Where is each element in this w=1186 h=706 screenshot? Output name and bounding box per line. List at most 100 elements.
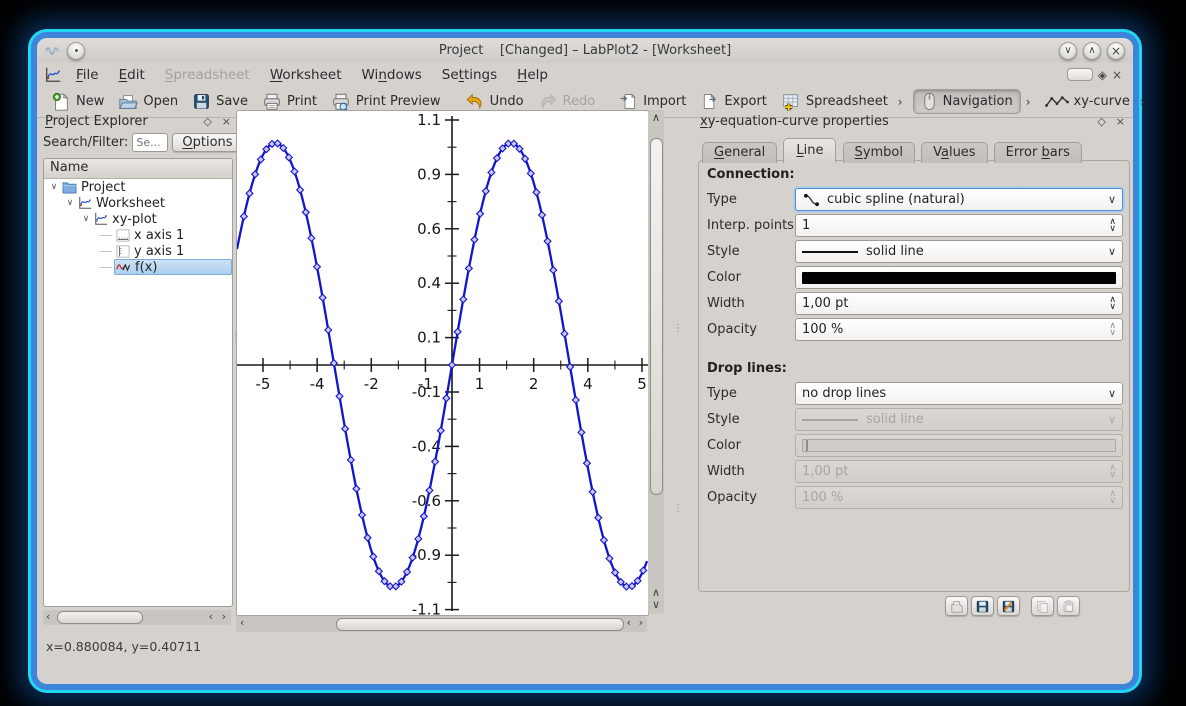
svg-text:-5: -5 xyxy=(256,375,271,393)
menu-worksheet[interactable]: Worksheet xyxy=(260,65,352,85)
copy-properties-button xyxy=(1031,596,1054,616)
svg-text:-1.1: -1.1 xyxy=(412,601,441,615)
mdi-minimize-button[interactable] xyxy=(1067,68,1093,81)
drop-lines-color-label: Color xyxy=(707,438,795,453)
menu-windows[interactable]: Windows xyxy=(352,65,432,85)
connection-opacity-spinbox[interactable]: 100 %∧∨ xyxy=(795,318,1123,341)
spreadsheet-icon xyxy=(781,92,801,112)
tab-values[interactable]: Values xyxy=(921,142,987,163)
dock-close-icon[interactable]: × xyxy=(1116,115,1125,128)
open-button[interactable]: Open xyxy=(111,90,185,114)
svg-text:4: 4 xyxy=(583,375,593,393)
color-swatch-empty xyxy=(802,439,1116,452)
menu-spreadsheet: Spreadsheet xyxy=(155,65,260,85)
minimize-button[interactable]: ∨ xyxy=(1059,42,1077,60)
save-template-button[interactable] xyxy=(971,596,994,616)
connection-width-spinbox[interactable]: 1,00 pt∧∨ xyxy=(795,292,1123,315)
labplot-main-window: Project [Changed] – LabPlot2 - [Workshee… xyxy=(37,38,1133,684)
spreadsheet-button[interactable]: Spreadsheet xyxy=(774,90,895,114)
navigation-button[interactable]: Navigation xyxy=(914,90,1020,113)
interp-points-label: Interp. points xyxy=(707,218,795,233)
project-tree: Name ∨ Project ∨ Worksheet ∨ xy-plot x a… xyxy=(43,158,233,607)
connection-style-combobox[interactable]: solid line∨ xyxy=(795,240,1123,263)
worksheet-view[interactable]: -5-4-2-112451.10.90.60.40.1-0.1-0.4-0.6-… xyxy=(236,110,649,616)
worksheet-icon xyxy=(78,196,92,210)
worksheet-hscrollbar[interactable]: ‹ ‹ › xyxy=(236,616,647,632)
tree-item-x-axis-1[interactable]: x axis 1 xyxy=(44,227,232,243)
drop-lines-color-button xyxy=(795,434,1123,457)
connection-color-button[interactable] xyxy=(795,266,1123,289)
project-explorer-dock: Project Explorer ◇ × Search/Filter: Opti… xyxy=(41,112,235,672)
tab-line[interactable]: Line xyxy=(783,138,836,163)
window-title: Project [Changed] – LabPlot2 - [Workshee… xyxy=(37,43,1133,58)
solid-line-glyph xyxy=(802,251,858,253)
maximize-button[interactable]: ∧ xyxy=(1083,42,1101,60)
svg-text:0.9: 0.9 xyxy=(417,165,441,183)
menu-help[interactable]: Help xyxy=(507,65,558,85)
cursor-position-readout: x=0.880084, y=0.40711 xyxy=(46,639,201,654)
search-filter-input[interactable] xyxy=(132,133,168,152)
drop-lines-type-label: Type xyxy=(707,386,795,401)
svg-text:1.1: 1.1 xyxy=(417,111,441,129)
save-template-icon xyxy=(976,600,989,613)
dock-close-icon[interactable]: × xyxy=(222,115,231,128)
plot-canvas[interactable]: -5-4-2-112451.10.90.60.40.1-0.1-0.4-0.6-… xyxy=(237,111,648,615)
drop-lines-type-combobox[interactable]: no drop lines∨ xyxy=(795,382,1123,405)
tree-item-y-axis-1[interactable]: y axis 1 xyxy=(44,243,232,259)
connection-style-label: Style xyxy=(707,244,795,259)
solid-line-glyph xyxy=(802,419,858,421)
save-template-as-button[interactable] xyxy=(997,596,1020,616)
svg-text:-4: -4 xyxy=(310,375,325,393)
project-explorer-title: Project Explorer xyxy=(45,114,148,129)
new-button[interactable]: New xyxy=(44,90,111,114)
dock-float-icon[interactable]: ◇ xyxy=(203,115,211,128)
export-button[interactable]: Export xyxy=(693,90,774,113)
menu-file[interactable]: File xyxy=(66,65,109,85)
splitter-handle-right[interactable]: ⋮ xyxy=(673,503,683,514)
menu-edit[interactable]: Edit xyxy=(109,65,155,85)
drop-lines-width-spinbox: 1,00 pt∧∨ xyxy=(795,460,1123,483)
tab-general[interactable]: General xyxy=(702,142,777,163)
search-filter-label: Search/Filter: xyxy=(43,135,128,150)
project-tree-hscrollbar[interactable]: ‹ ‹ › xyxy=(43,610,231,625)
window-menu-button[interactable] xyxy=(67,42,85,60)
menu-settings[interactable]: Settings xyxy=(432,65,507,85)
connection-type-combobox[interactable]: cubic spline (natural)∨ xyxy=(795,188,1123,211)
tree-item-project[interactable]: ∨ Project xyxy=(44,179,232,195)
properties-title: xy-equation-curve properties xyxy=(700,114,889,129)
splitter-handle-right[interactable]: ⋮ xyxy=(673,323,683,334)
interp-points-spinbox[interactable]: 1∧∨ xyxy=(795,214,1123,237)
connection-heading: Connection: xyxy=(707,167,1129,182)
dock-float-icon[interactable]: ◇ xyxy=(1097,115,1105,128)
load-template-button[interactable] xyxy=(945,596,968,616)
xy-curve-icon xyxy=(1045,95,1069,109)
tree-column-header-name[interactable]: Name xyxy=(44,159,232,179)
print-preview-icon xyxy=(331,92,351,112)
tree-item-fx[interactable]: f(x) xyxy=(44,259,232,275)
copy-icon xyxy=(1036,600,1049,613)
mdi-restore-button[interactable]: ◈ xyxy=(1098,68,1107,82)
drop-lines-opacity-spinbox: 100 %∧∨ xyxy=(795,486,1123,509)
new-document-icon xyxy=(51,92,71,112)
close-button[interactable]: × xyxy=(1107,42,1125,60)
save-icon xyxy=(192,92,211,111)
xy-curve-button[interactable]: xy-curve xyxy=(1038,92,1137,111)
toolbar-extension-chevron[interactable]: › xyxy=(898,95,903,109)
svg-text:-2: -2 xyxy=(364,375,379,393)
toolbar-extension-chevron[interactable]: › xyxy=(1140,95,1145,109)
paste-properties-button xyxy=(1057,596,1080,616)
undo-icon xyxy=(465,92,485,112)
mdi-close-button[interactable]: × xyxy=(1112,68,1122,82)
drop-lines-style-combobox: solid line∨ xyxy=(795,408,1123,431)
tree-item-xy-plot[interactable]: ∨ xy-plot xyxy=(44,211,232,227)
spline-icon xyxy=(802,193,821,207)
tab-symbol[interactable]: Symbol xyxy=(843,142,915,163)
color-swatch-black xyxy=(802,272,1116,284)
worksheet-vscrollbar[interactable]: ∧ ∧ ∨ xyxy=(648,110,664,614)
toolbar-extension-chevron[interactable]: › xyxy=(1026,95,1031,109)
tab-error-bars[interactable]: Error bars xyxy=(994,142,1082,163)
fx-curve-icon xyxy=(116,261,131,273)
drop-lines-width-label: Width xyxy=(707,464,795,479)
options-button[interactable]: Options xyxy=(172,133,242,152)
tree-item-worksheet[interactable]: ∨ Worksheet xyxy=(44,195,232,211)
